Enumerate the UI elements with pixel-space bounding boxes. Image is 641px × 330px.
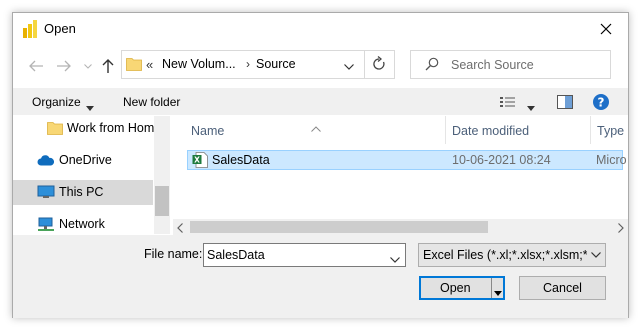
caret-down-icon [86, 100, 94, 114]
address-dropdown-button[interactable] [344, 59, 354, 73]
file-list: Name Date modified Type X SalesData 10-0… [173, 116, 628, 234]
nav-item-label: Network [59, 217, 105, 231]
address-divider [364, 51, 365, 78]
column-header-label: Name [191, 124, 225, 138]
folder-icon [47, 121, 63, 138]
caret-down-icon [494, 291, 502, 296]
window-title: Open [44, 21, 76, 36]
chevron-down-icon [591, 252, 601, 258]
file-date-modified: 10-06-2021 08:24 [452, 153, 551, 167]
organize-button[interactable]: Organize [32, 95, 81, 109]
onedrive-cloud-icon [37, 155, 55, 169]
up-button[interactable] [97, 55, 119, 77]
nav-item-onedrive[interactable]: OneDrive [13, 148, 153, 173]
file-list-scrollbar-thumb[interactable] [190, 221, 488, 233]
help-button[interactable]: ? [593, 94, 609, 113]
file-type-filter-value: Excel Files (*.xl;*.xlsx;*.xlsm;*.xl [423, 248, 601, 262]
file-type: Micro [596, 153, 627, 167]
column-header-date-modified[interactable]: Date modified [446, 116, 590, 144]
recent-locations-button[interactable] [77, 55, 99, 77]
refresh-button[interactable] [372, 56, 386, 75]
scroll-right-icon [618, 223, 624, 233]
nav-item-network[interactable]: Network [13, 212, 153, 234]
new-folder-button[interactable]: New folder [123, 95, 180, 109]
back-button[interactable] [25, 55, 47, 77]
open-dialog: Open « New Volum... › Source Search Sour… [12, 12, 629, 318]
breadcrumb-separator[interactable]: › [246, 57, 250, 71]
navigation-scrollbar[interactable] [154, 116, 170, 234]
chevron-down-icon [390, 257, 400, 263]
network-icon [37, 217, 55, 234]
column-header-type[interactable]: Type [591, 116, 628, 144]
breadcrumb-new-volume[interactable]: New Volum... [162, 57, 236, 71]
file-name: SalesData [212, 153, 270, 167]
view-caret-button[interactable] [527, 100, 535, 114]
preview-pane-button[interactable] [557, 95, 573, 112]
arrow-up-icon [102, 59, 114, 73]
file-name-value[interactable]: SalesData [207, 248, 265, 262]
close-icon [600, 23, 612, 35]
help-icon: ? [593, 94, 609, 110]
column-header-label: Date modified [452, 124, 530, 138]
caret-down-icon [527, 106, 535, 111]
column-header-label: Type [597, 124, 625, 138]
folder-icon [126, 57, 142, 74]
nav-item-label: Work from Hom [67, 121, 155, 135]
close-button[interactable] [590, 15, 622, 43]
arrow-left-icon [29, 60, 43, 72]
chevron-down-icon [344, 64, 354, 70]
chevron-down-icon [84, 63, 92, 69]
navigation-scrollbar-thumb[interactable] [155, 186, 169, 216]
svg-text:?: ? [598, 96, 605, 110]
excel-file-icon: X [192, 152, 208, 171]
arrow-right-icon [57, 60, 71, 72]
file-name-field[interactable]: SalesData [203, 243, 406, 267]
nav-item-label: This PC [59, 185, 104, 199]
file-type-dropdown-button[interactable] [587, 244, 605, 266]
file-name-label: File name: [144, 247, 203, 261]
cancel-button-label: Cancel [543, 281, 582, 295]
cancel-button[interactable]: Cancel [519, 276, 606, 300]
nav-item-work-from-home[interactable]: Work from Hom [13, 116, 155, 141]
column-header-name[interactable]: Name [173, 116, 445, 144]
open-button[interactable]: Open [419, 276, 505, 300]
file-row[interactable]: X SalesData 10-06-2021 08:24 Micro [187, 150, 627, 171]
overflow-chevron[interactable]: « [146, 57, 153, 72]
sort-ascending-icon [311, 124, 321, 134]
svg-text:X: X [194, 156, 200, 165]
file-type-filter[interactable]: Excel Files (*.xl;*.xlsx;*.xlsm;*.xl [418, 243, 606, 267]
nav-item-this-pc[interactable]: This PC [13, 180, 153, 205]
file-name-dropdown-button[interactable] [390, 252, 400, 266]
view-options-button[interactable] [499, 95, 517, 112]
scroll-left-button[interactable] [177, 222, 183, 236]
scroll-right-button[interactable] [618, 222, 624, 236]
open-button-divider [491, 278, 492, 298]
dialog-footer: File name: SalesData Excel Files (*.xl;*… [13, 235, 628, 318]
breadcrumb-source[interactable]: Source [256, 57, 296, 71]
open-options-button[interactable] [494, 285, 502, 299]
search-icon [425, 57, 439, 74]
scroll-left-icon [177, 223, 183, 233]
search-box[interactable]: Search Source [410, 50, 611, 79]
nav-item-label: OneDrive [59, 153, 112, 167]
computer-icon [37, 185, 55, 202]
address-bar[interactable]: « New Volum... › Source [121, 50, 395, 79]
search-input[interactable]: Search Source [451, 58, 534, 72]
refresh-icon [373, 56, 385, 70]
file-list-scrollbar[interactable] [173, 219, 628, 235]
open-button-label: Open [440, 281, 471, 295]
command-bar: Organize New folder ? [13, 88, 628, 115]
power-bi-icon [23, 20, 37, 38]
preview-pane-icon [557, 95, 573, 109]
details-view-icon [500, 97, 515, 107]
forward-button[interactable] [53, 55, 75, 77]
navigation-pane: Work from Hom OneDrive This PC Network [13, 116, 170, 234]
title-bar[interactable]: Open [13, 13, 628, 45]
